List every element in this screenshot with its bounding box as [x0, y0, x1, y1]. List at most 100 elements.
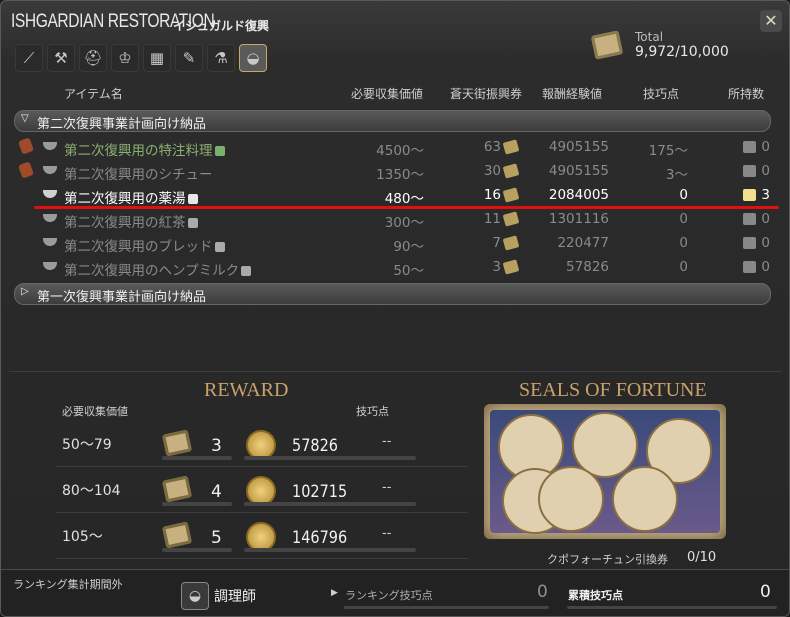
col-owned: 所持数 — [728, 87, 765, 101]
item-exp: 220477 — [557, 235, 609, 251]
scrip-icon — [161, 521, 193, 549]
item-collect: 300〜 — [384, 215, 424, 231]
ticket-label: クポフォーチュン引換券 — [547, 553, 668, 566]
item-row[interactable]: 第二次復興用の特注料理 4500〜 63 4905155 175〜 0 — [14, 136, 770, 160]
owned-icon — [743, 237, 756, 249]
group-label: 第二次復興事業計画向け納品 — [37, 117, 207, 132]
dish-icon — [43, 214, 57, 222]
reward-row: 105〜 5 146796 -- — [56, 514, 468, 559]
item-craft: 175〜 — [648, 143, 688, 159]
owned-icon — [743, 189, 756, 201]
scratch-slot[interactable] — [612, 466, 678, 532]
item-name: 第二次復興用の特注料理 — [64, 139, 225, 159]
group-second-phase[interactable]: ▽ 第二次復興事業計画向け納品 — [14, 110, 771, 132]
window-title-jp: イシュガルド復興 — [173, 19, 270, 33]
reward-exp: 102715 — [292, 482, 348, 502]
expand-icon: ▷ — [21, 286, 29, 297]
item-collect: 4500〜 — [376, 143, 424, 159]
reward-range: 80〜104 — [62, 483, 121, 499]
item-craft: 0 — [679, 187, 688, 203]
item-row[interactable]: 第二次復興用のヘンプミルク 50〜 3 57826 0 0 — [14, 256, 770, 280]
item-row-selected[interactable]: 第二次復興用の薬湯 480〜 16 2084005 0 3 — [14, 184, 770, 208]
craft-bar — [354, 502, 416, 506]
job-name: 調理師 — [214, 589, 256, 605]
item-row[interactable]: 第二次復興用の紅茶 300〜 11 1301116 0 0 — [14, 208, 770, 232]
carpenter-icon[interactable]: ⟋ — [15, 44, 43, 72]
exp-bar — [244, 502, 356, 506]
dish-icon — [43, 238, 57, 246]
dish-icon — [43, 166, 57, 174]
col-item: アイテム名 — [64, 87, 123, 101]
col-collect: 必要収集価値 — [351, 87, 424, 101]
item-craft: 0 — [679, 259, 688, 275]
section-divider — [9, 371, 781, 372]
item-owned: 3 — [761, 187, 770, 203]
reward-hdr-craft: 技巧点 — [356, 405, 389, 418]
total-label: Total — [635, 30, 664, 44]
collapse-icon: ▽ — [21, 113, 29, 124]
item-collect: 1350〜 — [376, 167, 424, 183]
ranking-label: ランキング技巧点 — [345, 589, 433, 602]
col-scrip: 蒼天街振興券 — [450, 87, 523, 101]
reward-range: 50〜79 — [62, 437, 112, 453]
collectable-icon — [214, 146, 225, 156]
goldsmith-icon[interactable]: ♔ — [111, 44, 139, 72]
owned-icon — [743, 165, 756, 177]
ranking-period: ランキング集計期間外 — [13, 578, 123, 591]
total-value: 9,972/10,000 — [635, 44, 729, 60]
item-exp: 1301116 — [548, 211, 609, 227]
tool-icon — [17, 161, 35, 179]
collectable-icon — [214, 242, 225, 252]
group-first-phase[interactable]: ▷ 第一次復興事業計画向け納品 — [14, 283, 771, 305]
scrip-bar — [162, 502, 232, 506]
restoration-window: ISHGARDIAN RESTORATION イシュガルド復興 ✕ ⟋ ⚒ ⛑ … — [0, 0, 790, 617]
culinarian-icon[interactable]: ◒ — [239, 44, 267, 72]
owned-icon — [743, 261, 756, 273]
reward-craft: -- — [382, 480, 392, 495]
item-row[interactable]: 第二次復興用のシチュー 1350〜 30 4905155 3〜 0 — [14, 160, 770, 184]
craft-bar — [354, 456, 416, 460]
reward-exp: 146796 — [292, 528, 348, 548]
item-owned: 0 — [761, 259, 770, 275]
alchemist-icon[interactable]: ⚗ — [207, 44, 235, 72]
scrip-icon — [161, 475, 193, 503]
item-scrip: 3 — [492, 259, 501, 275]
fortune-card[interactable] — [484, 404, 726, 539]
blacksmith-icon[interactable]: ⚒ — [47, 44, 75, 72]
owned-icon — [743, 213, 756, 225]
item-craft: 3〜 — [665, 167, 688, 183]
tool-icon — [17, 137, 35, 155]
close-icon[interactable]: ✕ — [760, 10, 782, 32]
reward-range: 105〜 — [62, 529, 103, 545]
total-craft-value: 0 — [760, 582, 771, 602]
item-exp: 4905155 — [548, 163, 609, 179]
reward-craft: -- — [382, 434, 392, 449]
collectable-icon — [187, 194, 198, 204]
seals-title: SEALS OF FORTUNE — [519, 379, 707, 401]
item-row[interactable]: 第二次復興用のブレッド 90〜 7 220477 0 0 — [14, 232, 770, 256]
scrip-icon — [502, 187, 520, 203]
item-craft: 0 — [679, 235, 688, 251]
leatherworker-icon[interactable]: ▦ — [143, 44, 171, 72]
dish-icon — [43, 142, 57, 150]
scrip-icon — [161, 429, 193, 457]
item-name: 第二次復興用の紅茶 — [64, 211, 198, 231]
weaver-icon[interactable]: ✎ — [175, 44, 203, 72]
scrip-icon — [590, 30, 624, 60]
ranking-bar — [344, 606, 549, 609]
scrip-bar — [162, 548, 232, 552]
armorer-icon[interactable]: ⛑ — [79, 44, 107, 72]
dish-icon — [43, 262, 57, 270]
item-owned: 0 — [761, 211, 770, 227]
reward-row: 50〜79 3 57826 -- — [56, 422, 468, 467]
item-scrip: 16 — [483, 187, 501, 203]
scrip-icon — [502, 163, 520, 179]
item-owned: 0 — [761, 235, 770, 251]
reward-row: 80〜104 4 102715 -- — [56, 468, 468, 513]
item-owned: 0 — [761, 139, 770, 155]
reward-hdr-collect: 必要収集価値 — [62, 405, 128, 418]
dish-icon — [43, 190, 57, 198]
item-name: 第二次復興用の薬湯 — [64, 187, 198, 207]
scratch-slot[interactable] — [538, 466, 604, 532]
exp-bar — [244, 456, 356, 460]
